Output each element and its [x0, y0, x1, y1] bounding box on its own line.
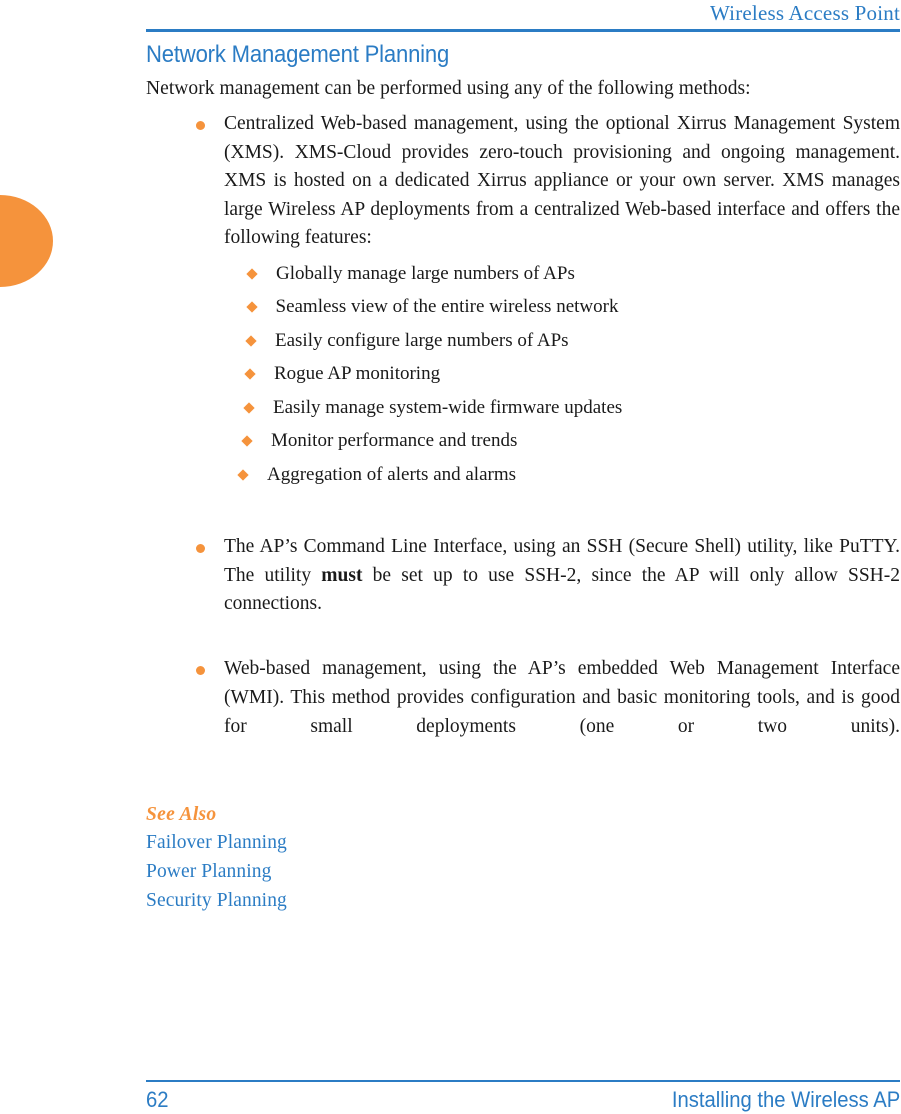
- bullet-emphasis: must: [321, 564, 363, 586]
- see-also-section: See Also Failover Planning Power Plannin…: [146, 801, 900, 915]
- page-number: 62: [146, 1087, 169, 1112]
- list-item: Monitor performance and trends: [219, 429, 900, 453]
- running-header: Wireless Access Point: [710, 1, 900, 25]
- cross-reference-link[interactable]: Security Planning: [146, 886, 287, 915]
- list-item: Aggregation of alerts and alarms: [215, 463, 900, 487]
- sub-bullet-text: Aggregation of alerts and alarms: [267, 463, 517, 485]
- xms-feature-list: Globally manage large numbers of APs Sea…: [224, 262, 900, 487]
- list-item: Globally manage large numbers of APs: [224, 262, 900, 286]
- page-footer: 62 Installing the Wireless AP: [146, 1086, 900, 1114]
- bullet-text: Centralized Web-based management, using …: [224, 113, 900, 249]
- chapter-thumb-tab: [0, 195, 53, 287]
- list-item: Easily manage system-wide firmware updat…: [221, 396, 900, 420]
- sub-bullet-text: Globally manage large numbers of APs: [276, 262, 575, 284]
- methods-list: Centralized Web-based management, using …: [146, 110, 900, 770]
- header-divider: [146, 29, 900, 32]
- list-item: The AP’s Command Line Interface, using a…: [146, 533, 900, 647]
- page-title: Network Management Planning: [146, 41, 450, 68]
- list-item: Web-based management, using the AP’s emb…: [146, 655, 900, 769]
- chapter-name: Installing the Wireless AP: [671, 1087, 900, 1112]
- sub-bullet-text: Monitor performance and trends: [271, 430, 518, 452]
- list-item: Easily configure large numbers of APs: [223, 329, 900, 353]
- intro-paragraph: Network management can be performed usin…: [146, 78, 751, 99]
- bullet-text: Web-based management, using the AP’s emb…: [224, 658, 900, 737]
- document-page: Wireless Access Point Network Management…: [0, 0, 901, 1114]
- footer-divider: [146, 1080, 900, 1082]
- cross-reference-link[interactable]: Failover Planning: [146, 828, 287, 857]
- see-also-heading: See Also: [146, 803, 217, 825]
- sub-bullet-text: Rogue AP monitoring: [274, 363, 441, 385]
- sub-bullet-text: Easily manage system-wide firmware updat…: [273, 396, 623, 418]
- sub-bullet-text: Seamless view of the entire wireless net…: [275, 296, 619, 318]
- sub-bullet-text: Easily configure large numbers of APs: [275, 329, 569, 351]
- list-item: Centralized Web-based management, using …: [146, 110, 900, 525]
- list-item: Seamless view of the entire wireless net…: [224, 295, 901, 319]
- list-item: Rogue AP monitoring: [222, 362, 900, 386]
- page-content: Network Management Planning Network mana…: [146, 40, 900, 915]
- cross-reference-link[interactable]: Power Planning: [146, 857, 271, 886]
